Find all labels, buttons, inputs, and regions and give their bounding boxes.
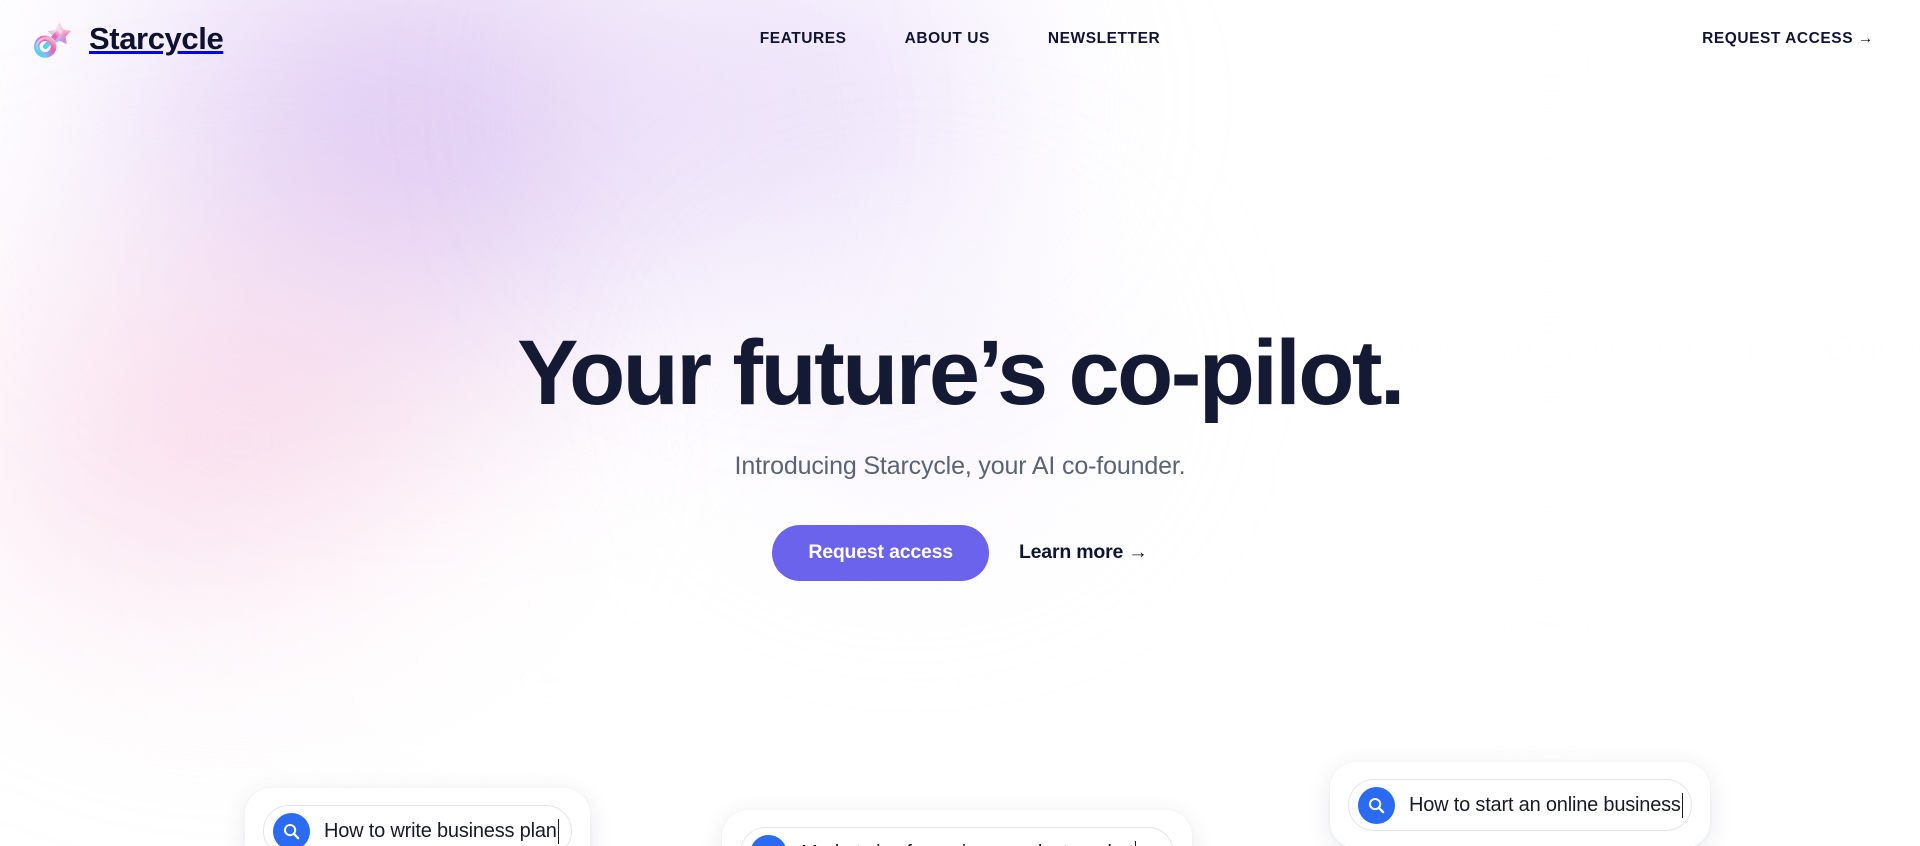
search-card[interactable]: Market size for a given product market [722,810,1192,846]
learn-more-link[interactable]: Learn more → [1019,541,1148,564]
search-query-text: How to write business plan [324,818,560,844]
brand-name: Starcycle [89,21,224,56]
page-title: Your future’s co-pilot. [517,322,1405,424]
search-card-strip: How to write business plan Market size f… [0,762,1920,846]
nav-link-features[interactable]: FEATURES [760,30,847,48]
search-input[interactable]: How to start an online business [1348,779,1692,831]
text-caret [1681,792,1684,818]
hero-actions: Request access Learn more → [0,524,1920,581]
site-header: Starcycle FEATURES ABOUT US NEWSLETTER R… [0,0,1920,78]
search-query-text: How to start an online business [1409,792,1684,818]
nav-link-about-us[interactable]: ABOUT US [905,30,990,48]
hero-section: Your future’s co-pilot. Introducing Star… [0,78,1920,581]
search-icon [750,834,787,846]
search-icon [273,812,310,846]
search-input[interactable]: Market size for a given product market [740,827,1174,846]
search-icon [1358,786,1395,824]
search-query-text: Market size for a given product market [801,840,1137,846]
star-ring-logo-icon [32,17,76,61]
brand-logo-link[interactable]: Starcycle [32,17,224,61]
text-caret [1134,840,1137,846]
search-card[interactable]: How to write business plan [245,788,590,846]
main-navigation: FEATURES ABOUT US NEWSLETTER [0,30,1920,48]
request-access-button[interactable]: Request access [772,524,989,581]
text-caret [557,818,560,844]
nav-link-newsletter[interactable]: NEWSLETTER [1048,30,1160,48]
landing-page: Starcycle FEATURES ABOUT US NEWSLETTER R… [0,0,1920,846]
hero-subtitle: Introducing Starcycle, your AI co-founde… [734,451,1186,480]
header-request-access-link[interactable]: REQUEST ACCESS → [1702,30,1874,48]
search-input[interactable]: How to write business plan [263,805,572,846]
search-card[interactable]: How to start an online business [1330,762,1710,846]
